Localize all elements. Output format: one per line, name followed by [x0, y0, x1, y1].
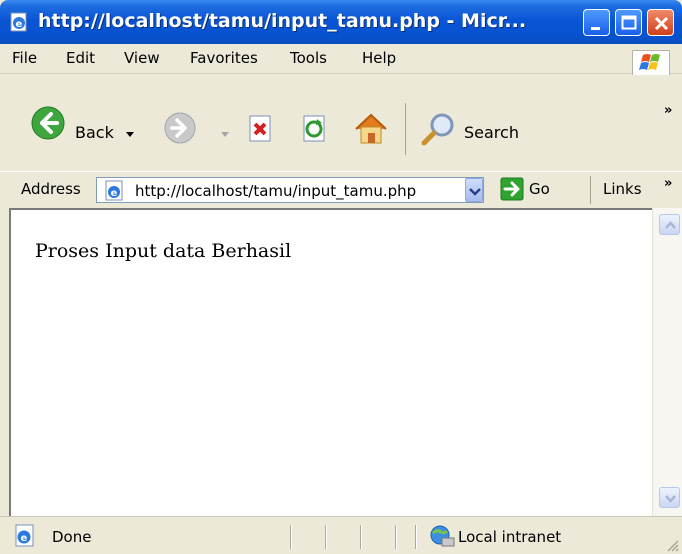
- status-separator: [325, 525, 327, 549]
- links-overflow-icon[interactable]: »: [664, 176, 672, 191]
- resize-grip-icon[interactable]: [666, 539, 680, 553]
- status-separator: [395, 525, 397, 549]
- scroll-down-button[interactable]: [659, 487, 680, 508]
- ie-page-icon: e: [105, 180, 123, 201]
- menu-edit[interactable]: Edit: [66, 49, 95, 67]
- svg-text:e: e: [16, 19, 23, 30]
- toolbar-separator: [405, 103, 406, 155]
- ie-page-icon: e: [10, 12, 27, 32]
- minimize-button[interactable]: [583, 9, 610, 36]
- back-arrow-icon[interactable]: [30, 105, 66, 141]
- links-button[interactable]: Links: [603, 180, 642, 198]
- page-message: Proses Input data Berhasil: [35, 240, 292, 262]
- status-text: Done: [52, 528, 92, 546]
- status-separator: [415, 525, 417, 549]
- chevron-down-icon: [665, 495, 676, 503]
- go-arrow-icon[interactable]: [500, 177, 524, 201]
- back-dropdown-icon[interactable]: [125, 131, 135, 139]
- address-bar: Address e http://localhost/tamu/input_ta…: [0, 171, 682, 207]
- address-dropdown-button[interactable]: [465, 178, 483, 202]
- forward-arrow-icon[interactable]: [163, 111, 197, 145]
- svg-text:e: e: [111, 188, 118, 199]
- toolbar-overflow-icon[interactable]: »: [664, 103, 672, 118]
- address-input[interactable]: e http://localhost/tamu/input_tamu.php: [96, 177, 484, 203]
- search-icon[interactable]: [420, 111, 458, 147]
- search-label[interactable]: Search: [464, 123, 519, 142]
- status-bar: e Done Local intranet: [0, 516, 682, 554]
- title-bar[interactable]: e http://localhost/tamu/input_tamu.php -…: [0, 0, 682, 44]
- close-button[interactable]: [647, 9, 674, 36]
- intranet-icon: [430, 525, 455, 547]
- refresh-icon[interactable]: [302, 115, 328, 143]
- menu-favorites[interactable]: Favorites: [190, 49, 258, 67]
- windows-logo-icon: [632, 50, 670, 76]
- status-separator: [360, 525, 362, 549]
- scroll-up-button[interactable]: [659, 214, 680, 235]
- stop-icon[interactable]: [248, 115, 274, 143]
- home-icon[interactable]: [352, 111, 390, 147]
- ie-page-icon: e: [15, 524, 34, 547]
- window-title: http://localhost/tamu/input_tamu.php - M…: [38, 10, 527, 32]
- browser-window: e http://localhost/tamu/input_tamu.php -…: [0, 0, 682, 554]
- page-content: Proses Input data Berhasil: [9, 208, 652, 516]
- maximize-icon: [621, 15, 637, 30]
- menu-bar: File Edit View Favorites Tools Help: [0, 44, 682, 74]
- maximize-button[interactable]: [615, 9, 642, 36]
- go-button[interactable]: Go: [529, 180, 550, 198]
- standard-toolbar: Back Search »: [0, 75, 682, 171]
- chevron-down-icon: [469, 188, 481, 196]
- status-separator: [290, 525, 292, 549]
- menu-tools[interactable]: Tools: [290, 49, 327, 67]
- back-label[interactable]: Back: [75, 123, 114, 142]
- vertical-scrollbar[interactable]: [652, 208, 682, 516]
- close-icon: [654, 16, 669, 31]
- forward-dropdown-icon[interactable]: [220, 131, 230, 139]
- security-zone: Local intranet: [458, 528, 562, 546]
- chevron-up-icon: [665, 221, 676, 229]
- minimize-icon: [591, 27, 600, 30]
- menu-help[interactable]: Help: [362, 49, 396, 67]
- menu-file[interactable]: File: [12, 49, 37, 67]
- svg-text:e: e: [21, 533, 28, 544]
- menu-view[interactable]: View: [124, 49, 160, 67]
- address-label: Address: [21, 180, 81, 198]
- address-url[interactable]: http://localhost/tamu/input_tamu.php: [135, 182, 416, 200]
- address-separator: [590, 176, 591, 204]
